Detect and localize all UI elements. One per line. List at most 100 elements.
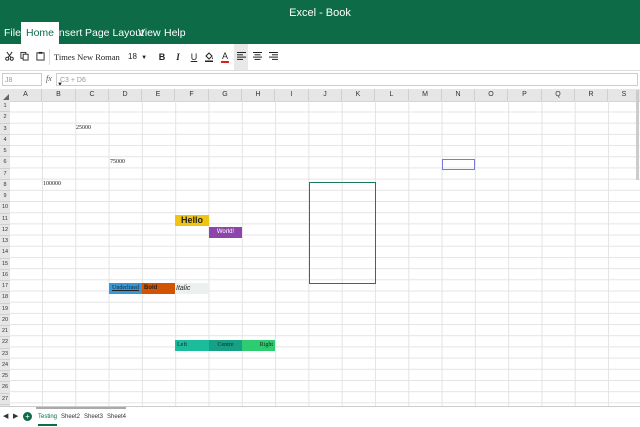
column-header[interactable]: Q xyxy=(542,89,575,101)
row-header[interactable]: 18 xyxy=(0,292,10,304)
row-header[interactable]: 8 xyxy=(0,180,10,191)
fx-icon: fx xyxy=(46,74,52,83)
selected-range-j8[interactable] xyxy=(309,182,376,284)
column-header[interactable]: O xyxy=(475,89,508,101)
column-header[interactable]: M xyxy=(409,89,442,101)
font-size-value: 18 xyxy=(128,52,137,61)
row-header[interactable]: 26 xyxy=(0,382,10,394)
cell-g22[interactable]: Centre xyxy=(209,340,242,351)
cut-icon[interactable] xyxy=(3,44,15,70)
row-header[interactable]: 4 xyxy=(0,135,10,146)
cell-e17[interactable]: Bold xyxy=(142,283,175,294)
cell-c3[interactable]: 25000 xyxy=(76,125,91,131)
column-header[interactable]: E xyxy=(142,89,175,101)
column-header[interactable]: H xyxy=(242,89,275,101)
toolbar-separator xyxy=(49,49,50,65)
cell-grid[interactable]: 25000 75000 100000 Hello World! Underlin… xyxy=(10,101,640,406)
row-header[interactable]: 27 xyxy=(0,394,10,405)
cell-f17[interactable]: Italic xyxy=(175,283,209,294)
sheet-tab-sheet4[interactable]: Sheet4 xyxy=(107,410,126,424)
row-header[interactable]: 11 xyxy=(0,214,10,225)
row-header[interactable]: 13 xyxy=(0,236,10,248)
italic-button[interactable]: I xyxy=(172,44,184,70)
sheet-tab-sheet3[interactable]: Sheet3 xyxy=(84,410,103,424)
row-header[interactable]: 19 xyxy=(0,304,10,315)
cell-d6[interactable]: 75000 xyxy=(110,159,125,165)
align-right-icon[interactable] xyxy=(267,44,279,70)
column-header[interactable]: J xyxy=(309,89,342,101)
column-header[interactable]: P xyxy=(508,89,542,101)
horizontal-scrollbar[interactable] xyxy=(36,407,126,409)
active-cell-n6[interactable] xyxy=(442,159,475,170)
row-header[interactable]: 1 xyxy=(0,101,10,113)
sheet-tab-sheet2[interactable]: Sheet2 xyxy=(61,410,80,424)
row-header[interactable]: 21 xyxy=(0,326,10,338)
add-sheet-icon[interactable]: + xyxy=(23,412,32,421)
column-header[interactable]: B xyxy=(42,89,76,101)
font-name-select[interactable]: Times New Roman ▼ xyxy=(54,44,120,88)
column-header[interactable]: K xyxy=(342,89,375,101)
cell-h22[interactable]: Right xyxy=(242,340,275,351)
column-header[interactable]: L xyxy=(375,89,409,101)
sheet-tab-bar: ◀ ▶ + Testing Sheet2 Sheet3 Sheet4 xyxy=(0,406,640,427)
row-header-bar: 1 2 3 4 5 6 7 8 9 10 11 12 13 14 15 16 17 18 19 20 21 22 23 24 2… xyxy=(0,101,10,406)
select-all-corner[interactable] xyxy=(0,89,10,101)
menu-insert[interactable]: Insert xyxy=(54,22,84,44)
row-header[interactable]: 25 xyxy=(0,371,10,383)
vertical-scrollbar[interactable] xyxy=(636,90,639,180)
align-left-icon[interactable] xyxy=(234,44,248,70)
column-header[interactable]: R xyxy=(575,89,608,101)
row-header[interactable]: 17 xyxy=(0,281,10,293)
paste-icon[interactable] xyxy=(34,44,46,70)
formula-bar: J8 fx C3 + D6 xyxy=(0,71,640,89)
row-header[interactable]: 20 xyxy=(0,315,10,326)
row-header[interactable]: 10 xyxy=(0,202,10,214)
row-header[interactable]: 23 xyxy=(0,349,10,360)
name-box[interactable]: J8 xyxy=(2,73,42,86)
underline-button[interactable]: U xyxy=(188,44,200,70)
cell-b8[interactable]: 100000 xyxy=(43,181,61,187)
font-name-value: Times New Roman xyxy=(54,52,120,62)
menu-view[interactable]: View xyxy=(136,22,163,44)
copy-icon[interactable] xyxy=(18,44,30,70)
column-header[interactable]: N xyxy=(442,89,475,101)
column-header[interactable]: C xyxy=(76,89,109,101)
column-header[interactable]: F xyxy=(175,89,209,101)
column-header[interactable]: I xyxy=(275,89,309,101)
row-header[interactable]: 2 xyxy=(0,112,10,124)
row-header[interactable]: 15 xyxy=(0,259,10,270)
row-header[interactable]: 5 xyxy=(0,146,10,158)
align-center-icon[interactable] xyxy=(251,44,263,70)
chevron-down-icon: ▼ xyxy=(141,55,148,61)
row-header[interactable]: 16 xyxy=(0,270,10,281)
fill-color-icon[interactable] xyxy=(203,44,215,70)
column-header[interactable]: D xyxy=(109,89,142,101)
row-header[interactable]: 22 xyxy=(0,337,10,349)
window-title: Excel - Book xyxy=(289,7,351,19)
row-header[interactable]: 9 xyxy=(0,191,10,203)
row-header[interactable]: 7 xyxy=(0,169,10,180)
prev-sheet-icon[interactable]: ◀ xyxy=(3,410,8,424)
row-header[interactable]: 14 xyxy=(0,247,10,259)
formula-input[interactable]: C3 + D6 xyxy=(56,73,638,86)
column-header[interactable]: A xyxy=(10,89,42,101)
cell-f11[interactable]: Hello xyxy=(175,215,209,226)
ribbon-toolbar: Times New Roman ▼ 18 ▼ B I U A xyxy=(0,44,640,88)
column-header[interactable]: G xyxy=(209,89,242,101)
font-size-select[interactable]: 18 ▼ xyxy=(128,44,150,70)
menu-file[interactable]: File xyxy=(2,22,23,44)
row-header[interactable]: 3 xyxy=(0,124,10,135)
font-color-button[interactable]: A xyxy=(219,44,231,70)
row-header[interactable]: 12 xyxy=(0,225,10,236)
font-color-label: A xyxy=(220,51,229,63)
cell-f22[interactable]: Left xyxy=(175,340,209,351)
cell-g12[interactable]: World! xyxy=(209,227,242,238)
row-header[interactable]: 24 xyxy=(0,360,10,371)
row-header[interactable]: 6 xyxy=(0,157,10,169)
menu-help[interactable]: Help xyxy=(162,22,188,44)
sheet-tab-testing[interactable]: Testing xyxy=(38,410,58,426)
menu-bar: File Home Insert Page Layout View Help xyxy=(0,22,640,44)
bold-button[interactable]: B xyxy=(156,44,168,70)
cell-d17[interactable]: Underlined xyxy=(109,283,142,294)
next-sheet-icon[interactable]: ▶ xyxy=(13,410,18,424)
